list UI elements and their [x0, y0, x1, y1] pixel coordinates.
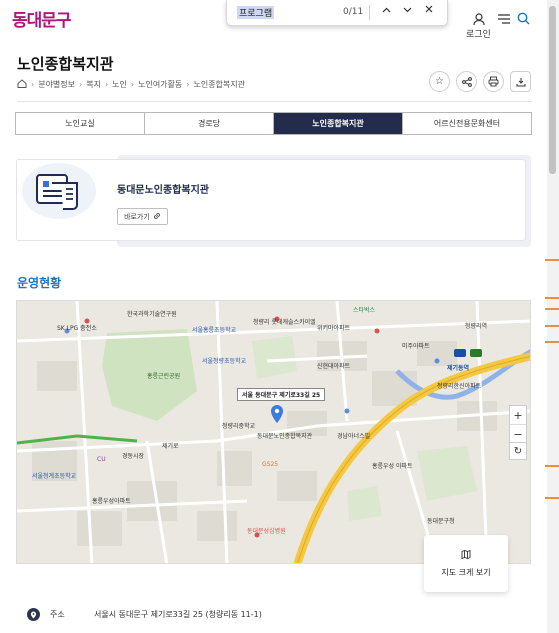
- map-icon: [461, 549, 471, 559]
- scrollbar-thumb[interactable]: [549, 6, 556, 174]
- search-icon[interactable]: [514, 9, 532, 27]
- search-result-marker: [545, 497, 559, 499]
- map-label: 미주아파트: [402, 343, 430, 350]
- print-icon: [488, 76, 499, 87]
- search-result-marker: [545, 297, 559, 299]
- chevron-right-icon: ›: [104, 80, 109, 89]
- map-label: 경동시장: [122, 453, 145, 460]
- login-link[interactable]: 로그인: [466, 27, 491, 40]
- search-result-marker: [545, 341, 559, 343]
- chevron-right-icon: ›: [79, 80, 83, 89]
- site-logo[interactable]: 동대문구: [12, 6, 72, 31]
- share-button[interactable]: [456, 71, 477, 92]
- breadcrumb-item[interactable]: 복지: [86, 79, 101, 90]
- map-label: 동대문성심병원: [247, 528, 286, 535]
- map-label: SK LPG 충전소: [57, 325, 97, 332]
- map-label: 스타벅스: [353, 307, 376, 314]
- location-pin-icon: [27, 608, 40, 621]
- share-icon: [461, 76, 472, 87]
- menu-icon[interactable]: [495, 10, 513, 28]
- shortcut-label: 바로가기: [124, 212, 150, 221]
- map-label: 청량리한신아파트: [437, 383, 482, 390]
- facility-name: 동대문노인종합복지관: [117, 185, 209, 196]
- tab-senior-welfare-center[interactable]: 노인종합복지관: [274, 113, 403, 134]
- card-icon-wrap: [17, 157, 102, 225]
- map-label: 신현대아파트: [317, 363, 351, 370]
- shortcut-button[interactable]: 바로가기: [117, 208, 168, 225]
- map-label: 청량리중학교: [222, 423, 256, 430]
- search-result-marker: [545, 308, 559, 310]
- map-label: 홍릉우성 아파트: [372, 463, 413, 470]
- search-result-marker: [545, 259, 559, 261]
- link-icon: [153, 212, 161, 222]
- refresh-icon: ↻: [513, 445, 523, 457]
- location-map[interactable]: SK LPG 충전소 한국과학기술연구원 홍릉근린공원 서울홍릉초등학교 서울청…: [16, 300, 531, 564]
- category-tabs: 노인교실 경로당 노인종합복지관 어르신전용문화센터: [15, 112, 532, 135]
- breadcrumb-item[interactable]: 노인: [112, 79, 127, 90]
- find-bar: 프로그램 0/11: [226, 0, 448, 26]
- zoom-control: + −: [509, 405, 527, 445]
- map-label: 동대문구청: [427, 518, 455, 525]
- breadcrumb-item[interactable]: 분야별정보: [38, 79, 75, 90]
- tab-senior-class[interactable]: 노인교실: [16, 113, 145, 134]
- map-label: 제기동역: [447, 365, 470, 372]
- map-label: 한국과학기술연구원: [127, 311, 177, 318]
- home-icon[interactable]: [17, 79, 27, 90]
- find-divider: [369, 5, 370, 20]
- map-label: 경남아너스빌: [337, 433, 371, 440]
- map-label: 서울청량초등학교: [202, 358, 247, 365]
- print-button[interactable]: [483, 71, 504, 92]
- map-label: CU: [97, 456, 106, 463]
- title-divider: [17, 101, 532, 102]
- search-result-marker: [545, 465, 559, 467]
- map-label: 제기로: [162, 443, 179, 450]
- chevron-right-icon: ›: [186, 80, 190, 89]
- map-label: GS25: [262, 461, 279, 468]
- map-label: 동대문노인종합복지관: [257, 433, 313, 440]
- address-label: 주소: [50, 610, 65, 619]
- section-title: 운영현황: [17, 276, 62, 290]
- map-address-tooltip: 서울 동대문구 제기로33길 25: [237, 388, 326, 401]
- chevron-right-icon: ›: [31, 80, 35, 89]
- search-result-marker: [545, 325, 559, 327]
- refresh-button[interactable]: ↻: [509, 442, 527, 460]
- document-icon: [36, 174, 78, 210]
- find-count: 0/11: [343, 7, 364, 17]
- address-row: 주소 서울시 동대문구 제기로33길 25 (청량리동 11-1): [27, 608, 262, 621]
- find-previous-icon[interactable]: [379, 5, 393, 16]
- breadcrumb: › 분야별정보 › 복지 › 노인 › 노인여가활동 › 노인종합복지관: [17, 79, 245, 90]
- map-label: 청량리 롯데캐슬스카이엘: [253, 319, 316, 326]
- map-label: 서울청계초등학교: [32, 473, 77, 480]
- map-label: 홍릉근린공원: [147, 373, 181, 380]
- map-enlarge-button[interactable]: 지도 크게 보기: [424, 535, 508, 592]
- download-button[interactable]: [510, 71, 531, 92]
- map-enlarge-label: 지도 크게 보기: [441, 567, 491, 577]
- chevron-right-icon: ›: [130, 80, 135, 89]
- page-title: 노인종합복지관: [17, 55, 114, 73]
- favorite-button[interactable]: ☆: [429, 71, 450, 92]
- user-icon[interactable]: [470, 10, 488, 28]
- map-label: 청량리역: [465, 323, 488, 330]
- breadcrumb-item[interactable]: 노인여가활동: [138, 79, 182, 90]
- download-icon: [516, 77, 525, 86]
- zoom-in-button[interactable]: +: [510, 406, 526, 425]
- find-input[interactable]: 프로그램: [237, 6, 275, 19]
- map-label: 홍릉우성아파트: [92, 498, 131, 505]
- facility-card: 동대문노인종합복지관 바로가기: [16, 159, 526, 241]
- tab-senior-culture-center[interactable]: 어르신전용문화센터: [403, 113, 531, 134]
- tab-senior-center[interactable]: 경로당: [145, 113, 274, 134]
- find-close-icon[interactable]: [422, 5, 436, 16]
- star-icon: ☆: [435, 76, 444, 87]
- map-label: 서울홍릉초등학교: [192, 327, 237, 334]
- find-next-icon[interactable]: [400, 5, 414, 16]
- breadcrumb-current: 노인종합복지관: [193, 80, 245, 89]
- address-value: 서울시 동대문구 제기로33길 25 (청량리동 11-1): [94, 610, 262, 619]
- map-label: 위키마아파트: [317, 325, 351, 332]
